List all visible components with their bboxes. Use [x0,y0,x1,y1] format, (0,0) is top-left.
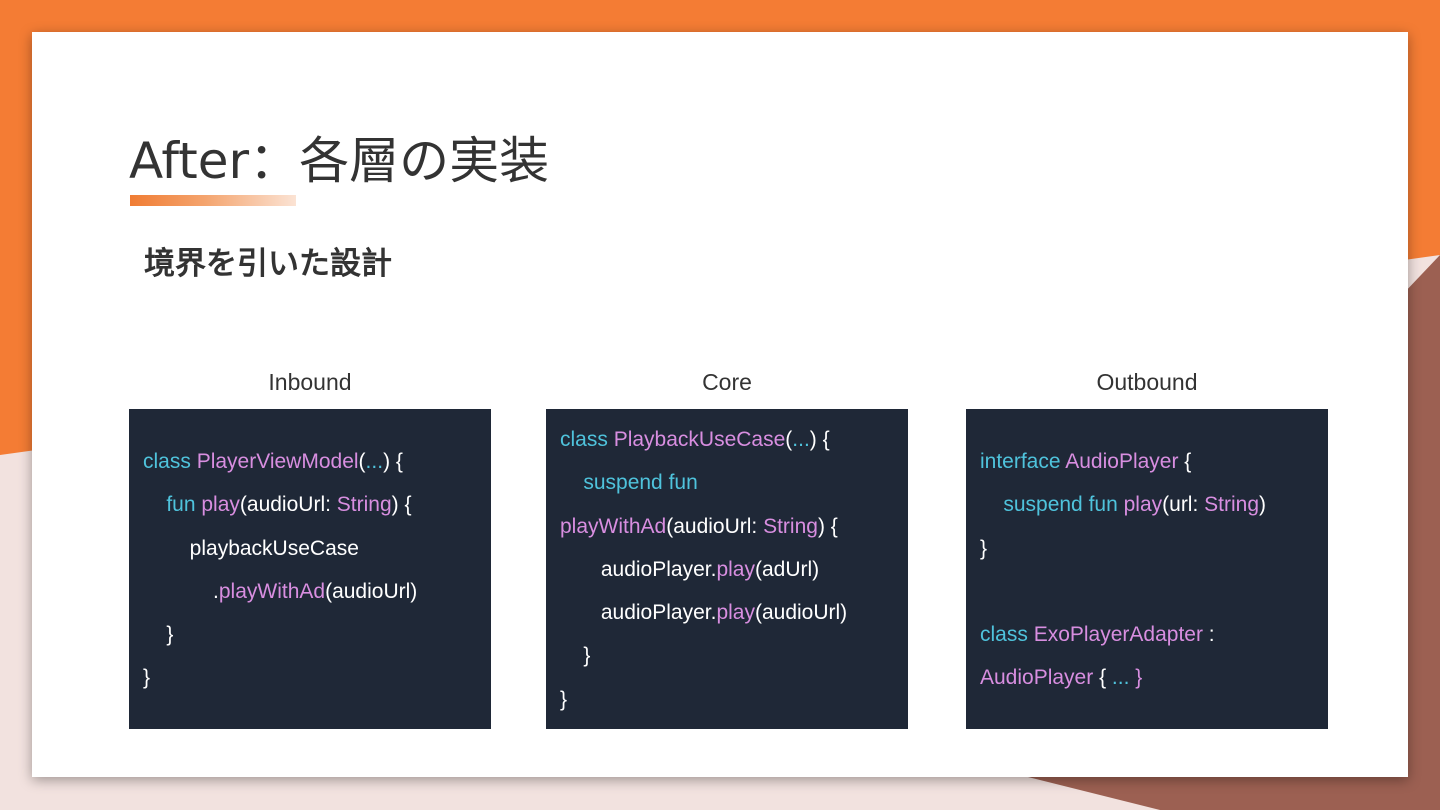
code-line: } [143,613,491,656]
code-token: fun [166,493,202,517]
inbound-code-block: class PlayerViewModel(...) { fun play(au… [129,409,491,729]
slide-card: After：各層の実装 境界を引いた設計 Inbound class Playe… [32,32,1408,777]
code-token: PlaybackUseCase [613,428,786,451]
code-token: playWithAd [218,579,326,603]
code-token: play [716,601,755,625]
code-line: AudioPlayer { ... } [980,656,1328,699]
code-token: } [980,536,988,560]
title-underline [130,195,296,206]
code-token: } [143,666,151,690]
outbound-code-block: interface AudioPlayer { suspend fun play… [966,409,1328,729]
code-token: audioPlayer. [560,557,717,581]
code-token: playbackUseCase [143,536,359,560]
slide-subtitle: 境界を引いた設計 [144,246,392,282]
code-token: ( [358,450,366,473]
code-token: . [143,579,219,603]
code-line: playbackUseCase [143,527,491,570]
code-token: String [1204,493,1259,517]
code-token: class [143,450,197,473]
code-token: suspend fun [583,471,698,495]
code-token: ExoPlayerAdapter [1033,623,1203,647]
core-column: Core class PlaybackUseCase(...) { suspen… [546,363,908,729]
code-token: { [1093,666,1112,690]
code-token: } [560,644,591,668]
code-token: ) { [391,493,412,517]
slide-title: After：各層の実装 [129,132,550,190]
code-line: fun play(audioUrl: String) { [143,483,491,526]
core-code-block: class PlaybackUseCase(...) { suspend fun… [546,409,908,729]
code-token: ) [1259,493,1266,517]
code-token: (url: [1162,493,1205,517]
code-token: (audioUrl) [754,601,848,625]
code-token: } [1129,666,1143,690]
code-line: } [560,678,908,721]
code-token: PlayerViewModel [196,450,359,473]
code-token: class [560,428,614,451]
code-token: play [201,493,240,517]
inbound-column-label: Inbound [268,369,352,395]
code-token: String [763,514,818,538]
code-line: playWithAd(audioUrl: String) { [560,505,908,548]
core-column-label: Core [702,369,752,395]
code-line: class PlayerViewModel(...) { [143,440,491,483]
code-token: String [336,493,392,517]
outbound-column-label: Outbound [1096,369,1198,395]
code-token: suspend fun [1003,493,1124,517]
code-token: ... [1111,666,1130,690]
code-token: interface [980,450,1066,473]
code-line: suspend fun play(url: String) [980,483,1328,526]
code-token: ) { [809,428,830,451]
code-token: play [716,557,755,581]
code-token: play [1123,493,1163,517]
code-line: audioPlayer.play(adUrl) [560,548,908,591]
code-token: ) { [383,450,403,473]
code-token: playWithAd [560,514,667,538]
code-token: AudioPlayer [980,666,1094,690]
code-token: { [1178,450,1192,473]
code-token: (audioUrl: [239,493,337,517]
code-token: } [560,687,568,711]
code-token: ... [792,428,810,451]
code-token: : [1202,623,1215,647]
code-line: class PlaybackUseCase(...) { [560,418,908,461]
inbound-column: Inbound class PlayerViewModel(...) { fun… [129,363,491,729]
code-line: suspend fun [560,461,908,504]
code-line: } [143,656,491,699]
code-token: ... [365,450,384,473]
code-token: audioPlayer. [560,601,717,625]
code-token: (audioUrl: [666,514,764,538]
code-line: interface AudioPlayer { [980,440,1328,483]
code-line: } [560,634,908,677]
code-line: .playWithAd(audioUrl) [143,570,491,613]
code-line: } [980,527,1328,570]
code-token: (audioUrl) [325,579,418,603]
outbound-column: Outbound interface AudioPlayer { suspend… [966,363,1328,729]
code-token: (adUrl) [754,557,820,581]
code-token: ) { [817,514,838,538]
code-line: audioPlayer.play(audioUrl) [560,591,908,634]
code-token: AudioPlayer [1065,450,1179,473]
code-token: class [980,623,1034,647]
code-line: class ExoPlayerAdapter : [980,613,1328,656]
code-token: } [143,623,174,647]
